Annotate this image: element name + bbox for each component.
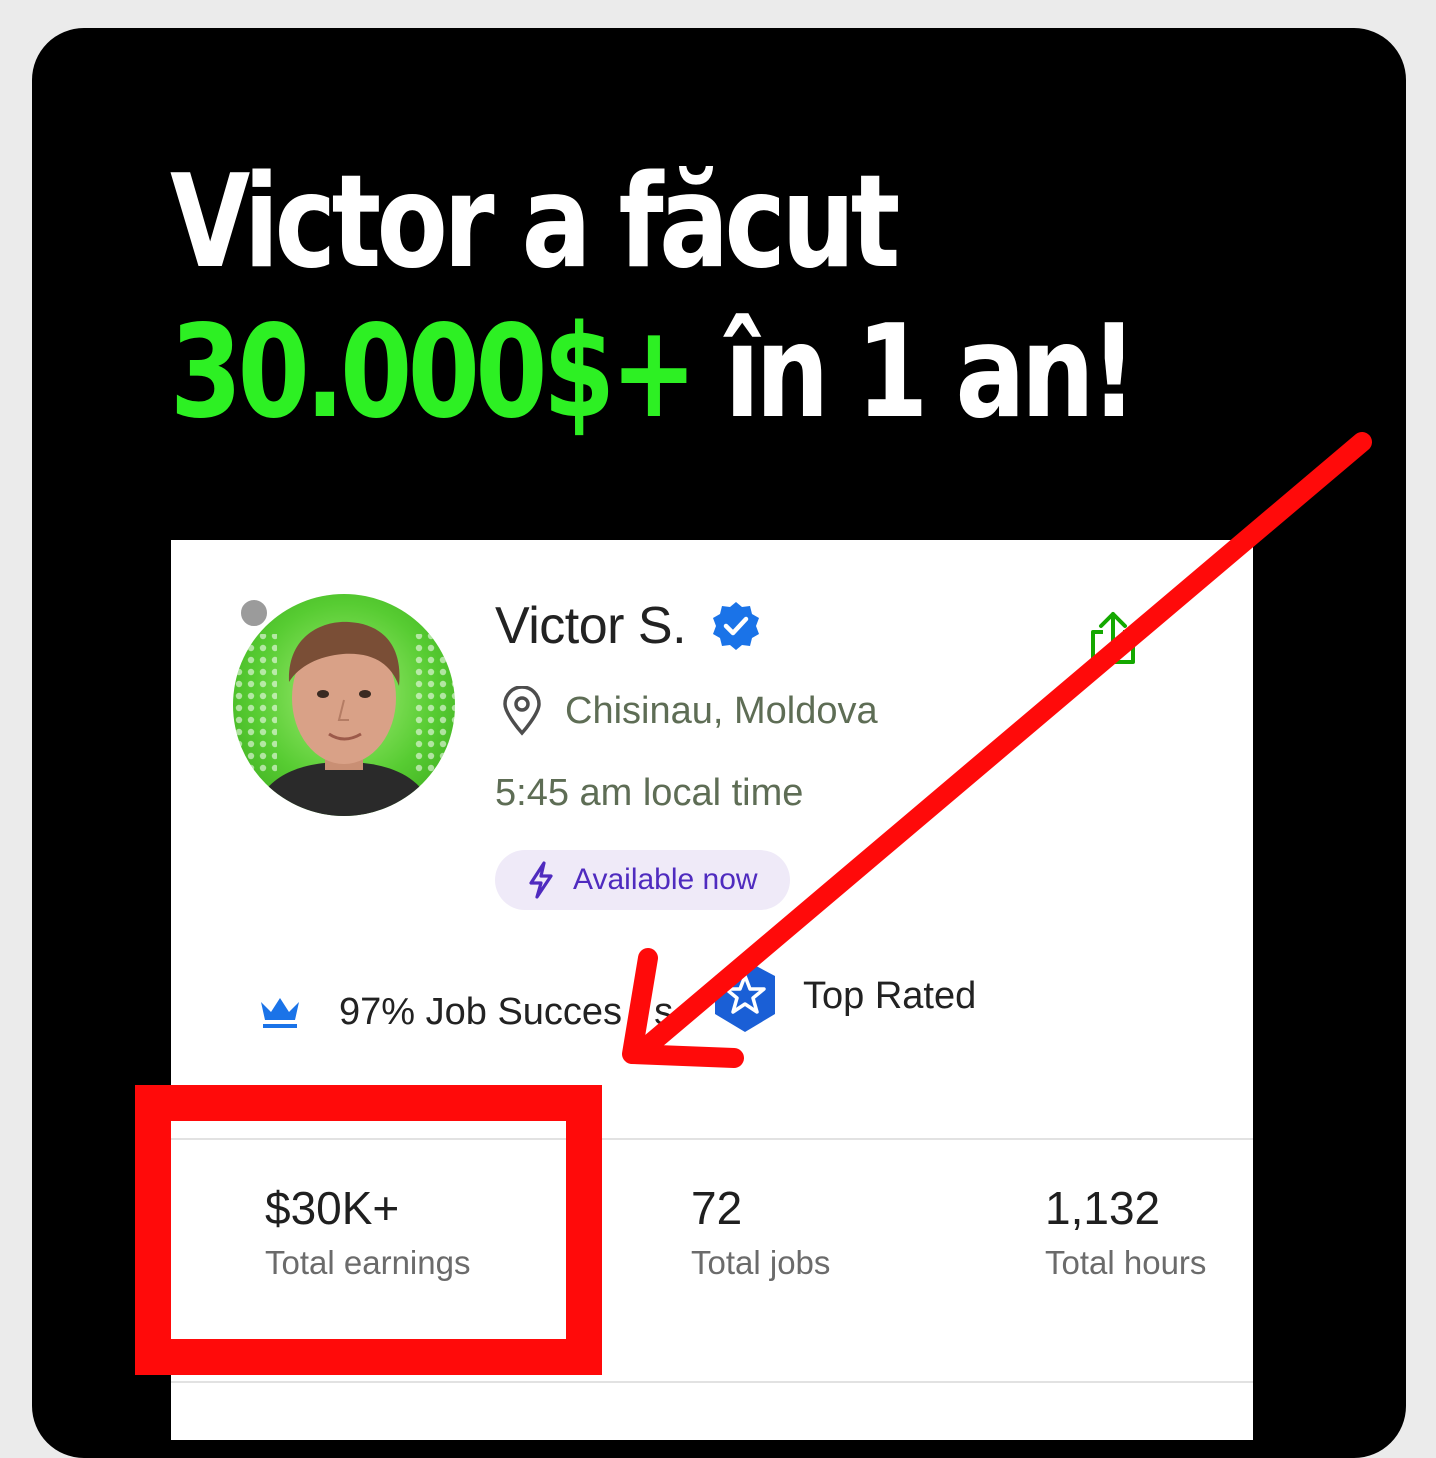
- share-icon[interactable]: [1087, 610, 1139, 666]
- profile-card: Victor S. Chisinau, Moldova 5:45 am loca…: [171, 540, 1253, 1440]
- metric-value: 72: [691, 1182, 743, 1234]
- headline-rest: în 1 an!: [692, 298, 1137, 447]
- availability-badge[interactable]: Available now: [495, 850, 790, 910]
- top-rated-row: Top Rated: [709, 958, 976, 1034]
- metric-value: $30K+: [265, 1182, 400, 1234]
- headline-amount: 30.000$+: [170, 298, 697, 447]
- location-text: Chisinau, Moldova: [565, 689, 878, 732]
- avatar-portrait-icon: [233, 621, 455, 816]
- name-row: Victor S.: [495, 596, 762, 656]
- job-success-row: 97% Job Succes s: [257, 972, 673, 1052]
- metric-total-hours: 1,132 Total hours: [1045, 1180, 1206, 1282]
- metric-label: Total earnings: [265, 1244, 471, 1281]
- top-rated-label: Top Rated: [803, 974, 977, 1017]
- top-rated-star-icon: [715, 960, 775, 1032]
- crown-icon: [261, 998, 299, 1028]
- location-row: Chisinau, Moldova: [501, 686, 878, 736]
- metric-total-earnings: $30K+ Total earnings: [265, 1180, 470, 1282]
- headline: Victor a făcut 30.000$+ în 1 an!: [170, 148, 1137, 448]
- metric-total-jobs: 72 Total jobs: [691, 1180, 830, 1282]
- availability-label: Available now: [573, 863, 758, 896]
- location-pin-icon: [503, 686, 541, 736]
- promo-frame: Victor a făcut 30.000$+ în 1 an! Victor …: [32, 28, 1406, 1458]
- lightning-icon: [529, 861, 553, 899]
- metric-label: Total hours: [1045, 1244, 1207, 1281]
- presence-status-dot: [237, 596, 271, 630]
- headline-line1: Victor a făcut: [170, 148, 900, 297]
- avatar-container[interactable]: [233, 594, 455, 816]
- job-success-text: 97% Job Succes s: [339, 990, 674, 1033]
- divider-bottom: [171, 1381, 1253, 1383]
- metric-label: Total jobs: [691, 1244, 831, 1281]
- profile-name: Victor S.: [495, 597, 687, 655]
- local-time: 5:45 am local time: [495, 772, 804, 814]
- divider-top: [171, 1138, 1253, 1140]
- verified-badge-icon: [713, 602, 760, 650]
- avatar[interactable]: [233, 594, 455, 816]
- metric-value: 1,132: [1045, 1182, 1161, 1234]
